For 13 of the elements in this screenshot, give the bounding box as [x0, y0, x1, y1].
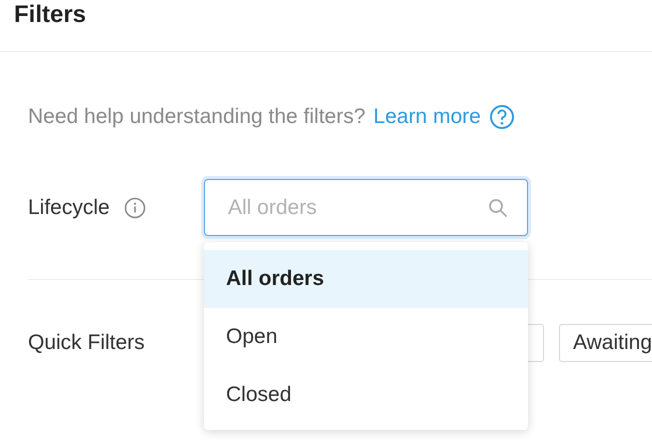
filter-chip[interactable]: Awaiting	[559, 324, 652, 362]
quick-filters-label: Quick Filters	[28, 331, 146, 355]
info-icon[interactable]	[124, 196, 146, 218]
menu-option[interactable]: Open	[204, 308, 528, 366]
panel-title: Filters	[14, 0, 86, 30]
menu-option[interactable]: Closed	[204, 366, 528, 424]
search-icon	[487, 196, 509, 218]
lifecycle-search-field[interactable]: All orders	[204, 179, 528, 236]
search-input[interactable]: All orders	[226, 194, 487, 220]
menu-option[interactable]: All orders	[204, 250, 528, 308]
lifecycle-label: Lifecycle	[28, 196, 110, 220]
help-text: Need help understanding the filters?	[28, 105, 366, 129]
help-icon[interactable]	[488, 104, 515, 130]
